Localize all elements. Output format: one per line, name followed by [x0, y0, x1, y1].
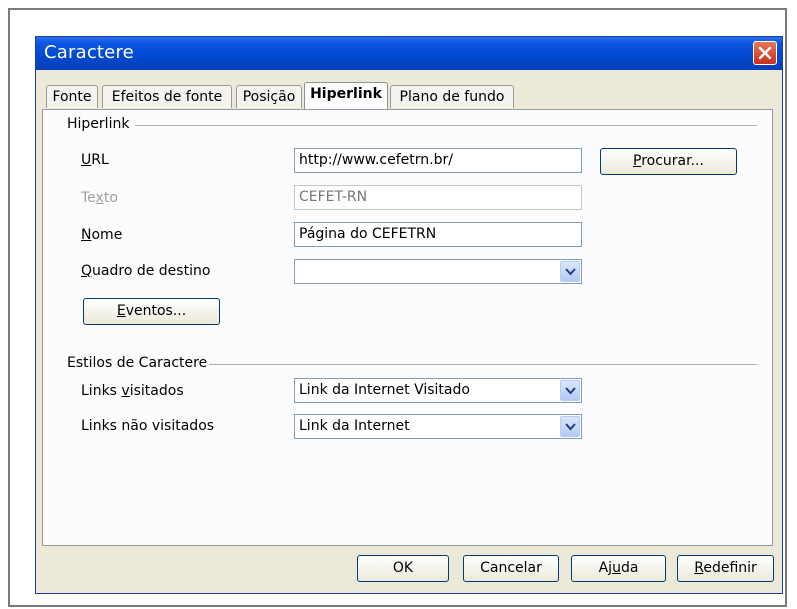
tab-label: Plano de fundo — [399, 89, 505, 105]
events-button[interactable]: Eventos... — [83, 298, 220, 325]
unvisited-links-label: Links não visitados — [81, 418, 215, 434]
title-bar[interactable]: Caractere — [36, 37, 782, 70]
tab-label: Posição — [242, 89, 296, 105]
tab-label: Fonte — [52, 89, 92, 105]
close-button[interactable] — [753, 41, 777, 65]
browse-button[interactable]: Procurar... — [600, 148, 737, 175]
url-field[interactable]: http://www.cefetrn.br/ — [294, 148, 582, 173]
text-label: Texto — [81, 190, 118, 206]
window-title: Caractere — [44, 42, 134, 63]
help-button[interactable]: Ajuda — [571, 555, 666, 582]
tab-label: Hiperlink — [310, 86, 382, 102]
tab-fonte[interactable]: Fonte — [46, 85, 98, 108]
tab-hiperlink[interactable]: Hiperlink — [304, 82, 388, 109]
text-field[interactable]: CEFET-RN — [294, 185, 582, 210]
name-label: Nome — [81, 227, 123, 243]
target-frame-select[interactable] — [294, 259, 582, 284]
target-frame-label: Quadro de destino — [81, 263, 211, 279]
hyperlink-group-label: Hiperlink — [67, 116, 130, 132]
tab-efeitos-de-fonte[interactable]: Efeitos de fonte — [102, 85, 232, 108]
name-field[interactable]: Página do CEFETRN — [294, 222, 582, 247]
tab-plano-de-fundo[interactable]: Plano de fundo — [390, 85, 514, 108]
url-label: URL — [81, 152, 109, 168]
unvisited-links-select[interactable]: Link da Internet — [294, 414, 582, 439]
visited-links-select[interactable]: Link da Internet Visitado — [294, 378, 582, 403]
tab-panel: Hiperlink URL http://www.cefetrn.br/ Pro… — [42, 109, 773, 546]
character-styles-group-label: Estilos de Caractere — [67, 355, 208, 371]
reset-button[interactable]: Redefinir — [677, 555, 774, 582]
unvisited-links-value: Link da Internet — [299, 418, 410, 434]
group-divider — [135, 125, 757, 126]
character-dialog: Caractere Fonte Efeitos de fonte Posição… — [35, 36, 783, 594]
tab-label: Efeitos de fonte — [111, 89, 223, 105]
cancel-button[interactable]: Cancelar — [463, 555, 559, 582]
chevron-down-icon[interactable] — [560, 261, 580, 282]
chevron-down-icon[interactable] — [560, 416, 580, 437]
group-divider — [209, 364, 757, 365]
chevron-down-icon[interactable] — [560, 380, 580, 401]
visited-links-label: Links visitados — [81, 383, 184, 399]
tab-posicao[interactable]: Posição — [236, 85, 302, 108]
visited-links-value: Link da Internet Visitado — [299, 382, 470, 398]
ok-button[interactable]: OK — [357, 555, 449, 582]
